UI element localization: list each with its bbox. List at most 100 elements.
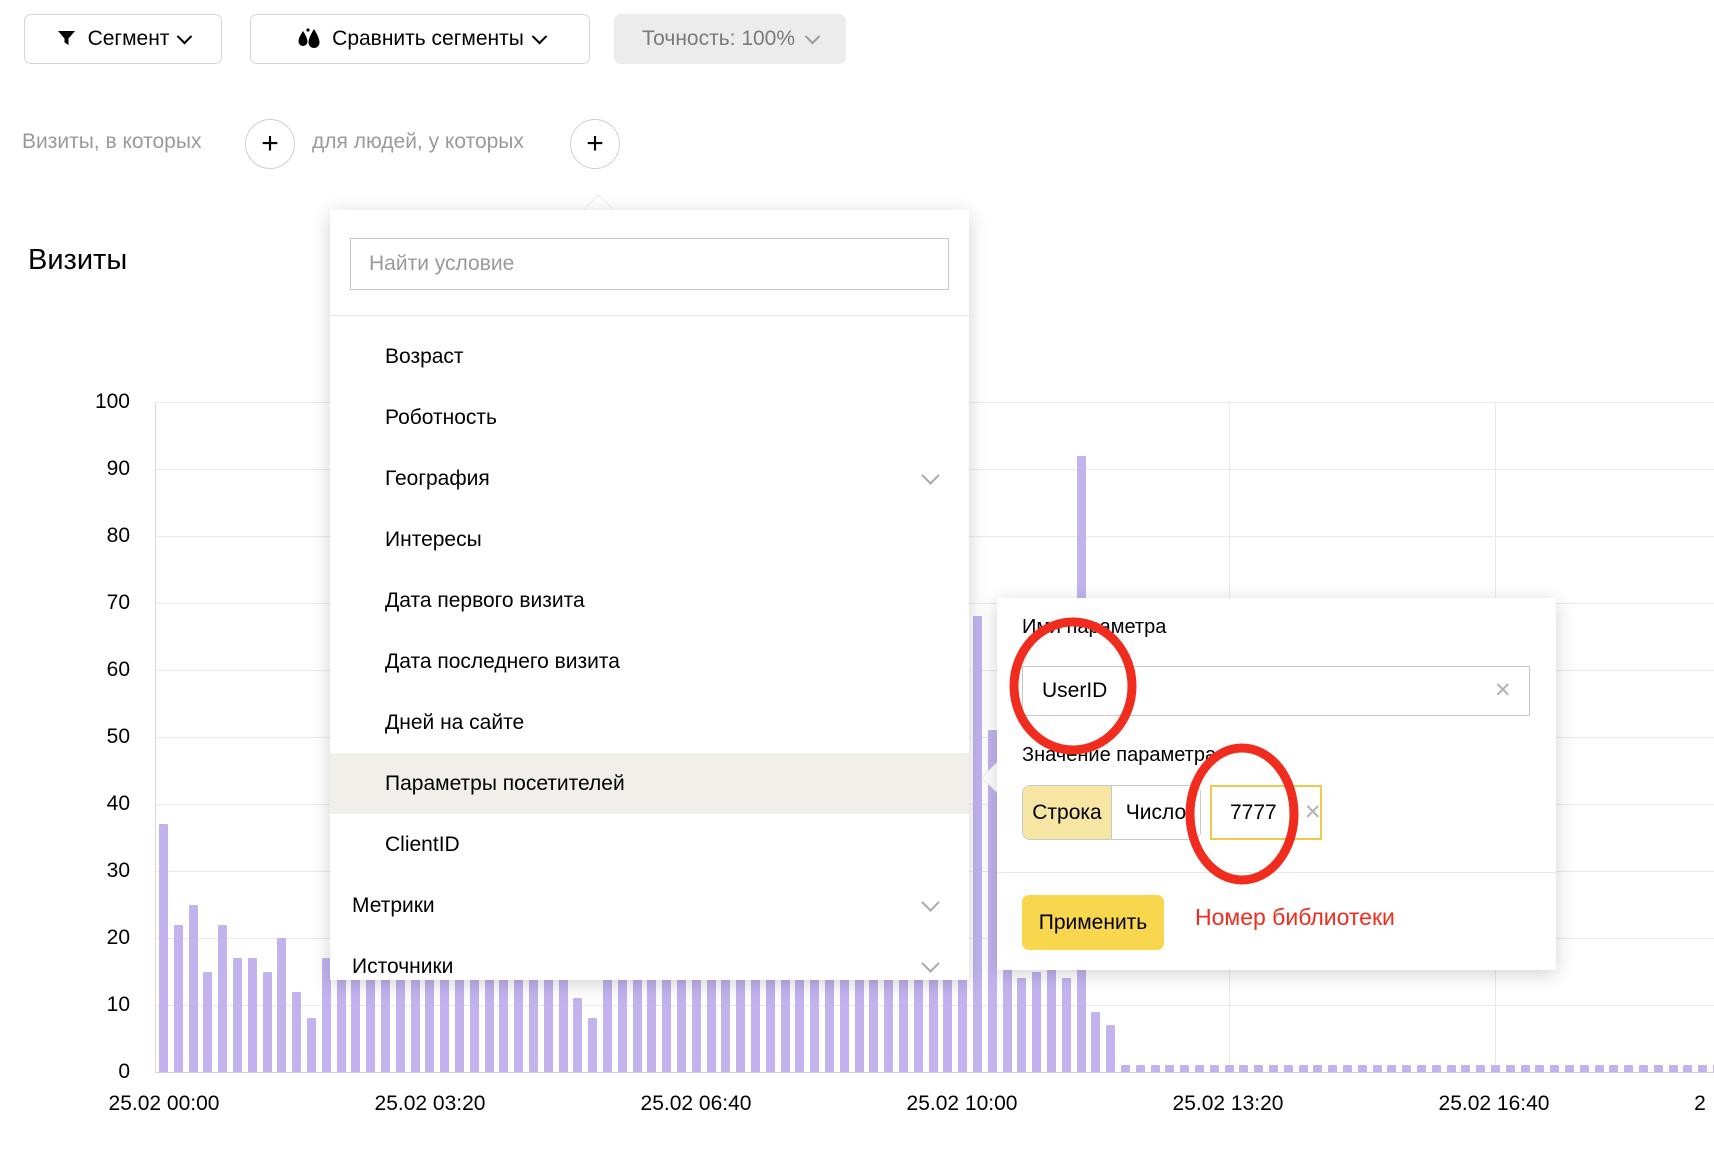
condition-search-input[interactable] <box>350 238 949 290</box>
bar <box>366 965 375 1072</box>
menu-item-10[interactable]: Метрики <box>330 875 969 936</box>
bar <box>1284 1065 1293 1072</box>
y-tick-label: 0 <box>70 1060 130 1084</box>
menu-item-1[interactable]: Возраст <box>330 326 969 387</box>
chevron-down-icon <box>921 954 939 972</box>
menu-item-label: ClientID <box>385 833 460 857</box>
menu-item-label: Интересы <box>385 528 482 552</box>
y-tick-label: 70 <box>70 591 130 615</box>
menu-item-label: География <box>385 467 490 491</box>
bar <box>810 965 819 1072</box>
y-tick-label: 100 <box>70 390 130 414</box>
menu-item-9[interactable]: ClientID <box>330 814 969 875</box>
y-tick-label: 40 <box>70 792 130 816</box>
bar <box>1698 1065 1707 1072</box>
bar <box>1106 1025 1115 1072</box>
menu-item-2[interactable]: Роботность <box>330 387 969 448</box>
segment-button[interactable]: Сегмент <box>24 14 222 64</box>
bar <box>1521 1065 1530 1072</box>
bar <box>1387 1065 1396 1072</box>
y-tick-label: 10 <box>70 993 130 1017</box>
chevron-down-icon <box>921 466 939 484</box>
bar <box>233 958 242 1072</box>
x-tick-label: 2 <box>1694 1092 1706 1116</box>
bar <box>1121 1065 1130 1072</box>
visitor-param-popup: Имя параметра ✕ Значение параметра Строк… <box>997 598 1556 970</box>
bar <box>1535 1065 1544 1072</box>
bar <box>1195 1065 1204 1072</box>
bar <box>1373 1065 1382 1072</box>
bar <box>203 972 212 1073</box>
y-tick-label: 60 <box>70 658 130 682</box>
bar <box>159 824 168 1072</box>
bar <box>1624 1065 1633 1072</box>
x-tick-label: 25.02 00:00 <box>109 1092 220 1116</box>
bar <box>884 965 893 1072</box>
bar <box>1343 1065 1352 1072</box>
type-option-number[interactable]: Число <box>1111 786 1200 839</box>
bar <box>1506 1065 1515 1072</box>
chevron-down-icon <box>177 28 193 44</box>
bar <box>425 978 434 1072</box>
type-option-string[interactable]: Строка <box>1023 786 1111 839</box>
add-people-condition-button[interactable]: + <box>570 119 620 169</box>
bar <box>470 972 479 1073</box>
segment-button-label: Сегмент <box>88 27 170 51</box>
bar <box>1639 1065 1648 1072</box>
bar <box>840 972 849 1073</box>
x-tick-label: 25.02 03:20 <box>375 1092 486 1116</box>
clear-value-icon[interactable]: ✕ <box>1304 802 1322 823</box>
bar <box>573 998 582 1072</box>
bar <box>248 958 257 1072</box>
bar <box>1091 1012 1100 1072</box>
bar <box>1328 1065 1337 1072</box>
menu-item-5[interactable]: Дата первого визита <box>330 570 969 631</box>
bar <box>1180 1065 1189 1072</box>
bar <box>307 1018 316 1072</box>
menu-item-label: Возраст <box>385 345 464 369</box>
bar <box>1417 1065 1426 1072</box>
y-tick-label: 80 <box>70 524 130 548</box>
plus-icon: + <box>261 129 279 159</box>
panel-divider <box>997 872 1556 873</box>
annotation-note: Номер библиотеки <box>1195 904 1495 931</box>
bar <box>1402 1065 1411 1072</box>
x-tick-label: 25.02 13:20 <box>1173 1092 1284 1116</box>
param-name-label: Имя параметра <box>1022 616 1166 639</box>
bar <box>174 925 183 1072</box>
menu-item-label: Источники <box>352 955 453 979</box>
menu-item-label: Метрики <box>352 894 435 918</box>
menu-item-label: Дата первого визита <box>385 589 585 613</box>
bar <box>1269 1065 1278 1072</box>
plus-icon: + <box>586 129 604 159</box>
bar <box>1669 1065 1678 1072</box>
bar <box>1165 1065 1174 1072</box>
menu-item-6[interactable]: Дата последнего визита <box>330 631 969 692</box>
menu-item-11[interactable]: Источники <box>330 936 969 980</box>
apply-button[interactable]: Применить <box>1022 895 1164 950</box>
bar <box>218 925 227 1072</box>
bar <box>1062 978 1071 1072</box>
menu-item-4[interactable]: Интересы <box>330 509 969 570</box>
param-value-input[interactable] <box>1212 800 1302 826</box>
chevron-down-icon <box>921 893 939 911</box>
menu-item-3[interactable]: География <box>330 448 969 509</box>
add-visit-condition-button[interactable]: + <box>245 119 295 169</box>
accuracy-dropdown[interactable]: Точность: 100% <box>614 14 846 64</box>
y-tick-label: 20 <box>70 926 130 950</box>
x-tick-label: 25.02 16:40 <box>1439 1092 1550 1116</box>
menu-item-label: Дней на сайте <box>385 711 524 735</box>
bar <box>1151 1065 1160 1072</box>
bar <box>189 905 198 1073</box>
clear-name-icon[interactable]: ✕ <box>1494 680 1512 701</box>
condition-menu-popup: Возраст Роботность География Интересы Дата п… <box>330 210 969 980</box>
y-tick-label: 50 <box>70 725 130 749</box>
param-name-input[interactable] <box>1022 666 1530 716</box>
menu-item-7[interactable]: Дней на сайте <box>330 692 969 753</box>
compare-segments-button[interactable]: Сравнить сегменты <box>250 14 590 64</box>
people-condition-label: для людей, у которых <box>312 130 524 154</box>
bar <box>795 978 804 1072</box>
menu-item-8[interactable]: Параметры посетителей <box>330 753 969 814</box>
chart-title: Визиты <box>28 244 127 277</box>
bar <box>1683 1065 1692 1072</box>
